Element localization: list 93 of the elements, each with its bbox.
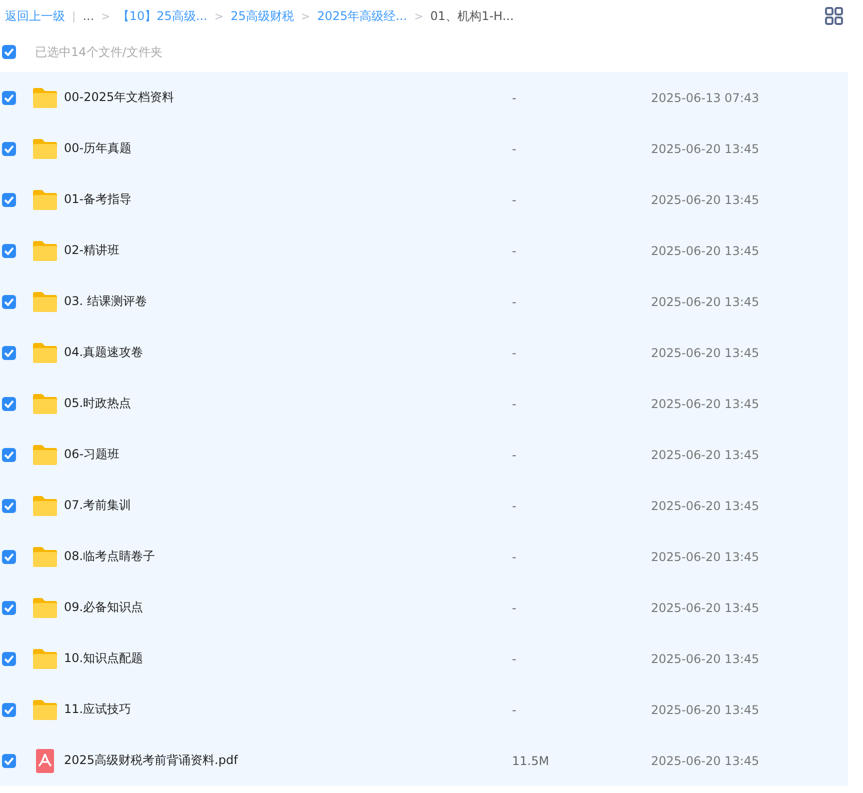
file-size: - bbox=[512, 90, 518, 104]
file-size: - bbox=[512, 244, 518, 258]
folder-icon bbox=[32, 86, 58, 108]
file-name: 07.考前集训 bbox=[64, 497, 132, 514]
breadcrumb-separator: > bbox=[101, 10, 110, 22]
file-row[interactable]: 01-备考指导 - 2025-06-20 13:45 bbox=[0, 174, 848, 225]
file-name: 09.必备知识点 bbox=[64, 599, 144, 616]
file-size: - bbox=[512, 448, 518, 462]
file-name: 11.应试技巧 bbox=[64, 701, 132, 718]
file-name: 00-历年真题 bbox=[64, 140, 133, 157]
file-size: - bbox=[512, 600, 518, 614]
file-row[interactable]: 04.真题速攻卷 - 2025-06-20 13:45 bbox=[0, 327, 848, 378]
file-row[interactable]: 06-习题班 - 2025-06-20 13:45 bbox=[0, 429, 848, 480]
file-name: 04.真题速攻卷 bbox=[64, 344, 144, 361]
breadcrumb-separator: > bbox=[214, 10, 224, 22]
file-row[interactable]: 05.时政热点 - 2025-06-20 13:45 bbox=[0, 378, 848, 429]
file-name: 05.时政热点 bbox=[64, 395, 132, 412]
file-name: 00-2025年文档资料 bbox=[64, 89, 176, 106]
folder-icon bbox=[32, 240, 58, 262]
file-row[interactable]: 08.临考点睛卷子 - 2025-06-20 13:45 bbox=[0, 531, 848, 582]
select-all-checkbox[interactable] bbox=[2, 45, 16, 59]
row-checkbox[interactable] bbox=[2, 498, 16, 512]
folder-icon bbox=[32, 392, 58, 414]
file-name: 08.临考点睛卷子 bbox=[64, 548, 156, 565]
file-name: 06-习题班 bbox=[64, 446, 121, 463]
row-checkbox[interactable] bbox=[2, 448, 16, 462]
file-row[interactable]: 00-2025年文档资料 - 2025-06-13 07:43 bbox=[0, 72, 848, 123]
folder-icon bbox=[32, 648, 58, 670]
file-row[interactable]: 09.必备知识点 - 2025-06-20 13:45 bbox=[0, 582, 848, 633]
file-size: - bbox=[512, 346, 518, 360]
file-row[interactable]: 11.应试技巧 - 2025-06-20 13:45 bbox=[0, 684, 848, 735]
modified-date: 2025-06-20 13:45 bbox=[651, 498, 760, 512]
breadcrumb-divider: | bbox=[72, 10, 76, 22]
modified-date: 2025-06-13 07:43 bbox=[651, 90, 760, 104]
modified-date: 2025-06-20 13:45 bbox=[651, 294, 760, 308]
row-checkbox[interactable] bbox=[2, 550, 16, 564]
file-size: - bbox=[512, 396, 518, 410]
breadcrumb-current: 01、机构1-H... bbox=[430, 8, 514, 24]
file-size: - bbox=[512, 192, 518, 206]
file-row[interactable]: 07.考前集训 - 2025-06-20 13:45 bbox=[0, 480, 848, 531]
folder-icon bbox=[32, 494, 58, 516]
grid-view-icon[interactable] bbox=[825, 7, 843, 25]
modified-date: 2025-06-20 13:45 bbox=[651, 550, 760, 564]
file-size: - bbox=[512, 294, 518, 308]
breadcrumb-separator: > bbox=[300, 10, 310, 22]
folder-icon bbox=[32, 290, 58, 312]
row-checkbox[interactable] bbox=[2, 192, 16, 206]
modified-date: 2025-06-20 13:45 bbox=[651, 192, 760, 206]
file-name: 01-备考指导 bbox=[64, 191, 133, 208]
modified-date: 2025-06-20 13:45 bbox=[651, 142, 760, 156]
file-size: - bbox=[512, 702, 518, 716]
row-checkbox[interactable] bbox=[2, 396, 16, 410]
folder-icon bbox=[32, 546, 58, 568]
row-checkbox[interactable] bbox=[2, 600, 16, 614]
row-checkbox[interactable] bbox=[2, 244, 16, 258]
row-checkbox[interactable] bbox=[2, 702, 16, 716]
file-row[interactable]: 03. 结课测评卷 - 2025-06-20 13:45 bbox=[0, 276, 848, 327]
file-row[interactable]: 10.知识点配题 - 2025-06-20 13:45 bbox=[0, 633, 848, 684]
folder-icon bbox=[32, 188, 58, 210]
row-checkbox[interactable] bbox=[2, 754, 16, 768]
file-row[interactable]: 02-精讲班 - 2025-06-20 13:45 bbox=[0, 225, 848, 276]
file-row[interactable]: 2025高级财税考前背诵资料.pdf 11.5M 2025-06-20 13:45 bbox=[0, 735, 848, 786]
file-size: - bbox=[512, 652, 518, 666]
file-row[interactable]: 00-历年真题 - 2025-06-20 13:45 bbox=[0, 123, 848, 174]
file-size: - bbox=[512, 142, 518, 156]
modified-date: 2025-06-20 13:45 bbox=[651, 396, 760, 410]
row-checkbox[interactable] bbox=[2, 142, 16, 156]
file-name: 2025高级财税考前背诵资料.pdf bbox=[64, 752, 240, 769]
folder-icon bbox=[32, 444, 58, 466]
folder-icon bbox=[32, 138, 58, 160]
row-checkbox[interactable] bbox=[2, 652, 16, 666]
modified-date: 2025-06-20 13:45 bbox=[651, 600, 760, 614]
file-name: 10.知识点配题 bbox=[64, 650, 144, 667]
row-checkbox[interactable] bbox=[2, 346, 16, 360]
modified-date: 2025-06-20 13:45 bbox=[651, 652, 760, 666]
file-name: 02-精讲班 bbox=[64, 242, 121, 259]
folder-icon bbox=[32, 698, 58, 720]
file-size: - bbox=[512, 550, 518, 564]
file-name: 03. 结课测评卷 bbox=[64, 293, 148, 310]
row-checkbox[interactable] bbox=[2, 90, 16, 104]
selection-count: 已选中14个文件/文件夹 bbox=[35, 44, 162, 60]
modified-date: 2025-06-20 13:45 bbox=[651, 244, 760, 258]
file-size: - bbox=[512, 498, 518, 512]
modified-date: 2025-06-20 13:45 bbox=[651, 346, 760, 360]
breadcrumb-ellipsis[interactable]: ... bbox=[82, 9, 94, 23]
modified-date: 2025-06-20 13:45 bbox=[651, 754, 760, 768]
breadcrumb-separator: > bbox=[414, 10, 424, 22]
modified-date: 2025-06-20 13:45 bbox=[651, 702, 760, 716]
folder-icon bbox=[32, 342, 58, 364]
file-size: 11.5M bbox=[512, 754, 550, 768]
modified-date: 2025-06-20 13:45 bbox=[651, 448, 760, 462]
row-checkbox[interactable] bbox=[2, 294, 16, 308]
folder-icon bbox=[32, 596, 58, 618]
